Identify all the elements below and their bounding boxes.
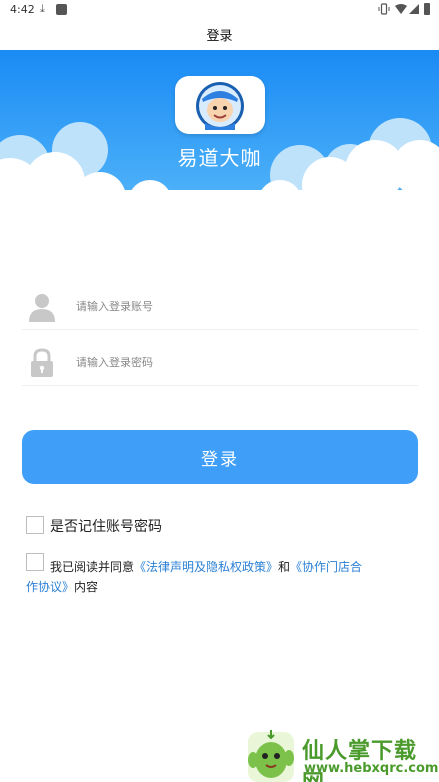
app-logo <box>175 76 265 134</box>
store-agreement-link-part1[interactable]: 《协作门店合 <box>290 560 362 574</box>
user-icon <box>29 294 55 322</box>
agree-and: 和 <box>278 560 291 574</box>
agreement-text-line2: 作协议》内容 <box>26 577 98 597</box>
signal-icon <box>409 4 419 14</box>
agree-suffix: 内容 <box>74 580 99 594</box>
page-title: 登录 <box>206 29 233 44</box>
remember-label: 是否记住账号密码 <box>50 519 162 535</box>
store-agreement-link-part2[interactable]: 作协议》 <box>26 580 74 594</box>
battery-icon <box>424 3 430 15</box>
watermark: 仙人掌下载网 www.hebxqrc.com <box>244 728 439 782</box>
cactus-mascot-icon <box>248 730 294 782</box>
wifi-icon <box>395 4 407 14</box>
title-bar: 登录 <box>0 20 439 50</box>
brand-name: 易道大咖 <box>177 146 262 170</box>
agree-prefix: 我已阅读并同意 <box>50 560 135 574</box>
agree-checkbox[interactable] <box>26 553 44 571</box>
privacy-policy-link[interactable]: 《法律声明及隐私权政策》 <box>134 560 278 574</box>
mascot-logo-icon <box>196 82 244 130</box>
password-field <box>22 338 418 386</box>
login-button[interactable]: 登录 <box>22 430 418 484</box>
header-banner: 易道大咖 <box>0 50 439 200</box>
account-input[interactable] <box>76 294 406 318</box>
remember-checkbox[interactable] <box>26 516 44 534</box>
agreement-text: 我已阅读并同意《法律声明及隐私权政策》和《协作门店合 <box>50 555 425 579</box>
watermark-url: www.hebxqrc.com <box>304 761 439 776</box>
vibrate-icon <box>378 3 390 15</box>
download-icon: ⤓ <box>40 2 45 15</box>
status-time: 4:42 <box>10 3 35 16</box>
app-notification-icon <box>56 4 67 15</box>
account-field <box>22 282 418 330</box>
status-bar: 4:42 ⤓ <box>0 0 439 20</box>
password-input[interactable] <box>76 350 406 374</box>
lock-icon <box>31 348 53 377</box>
